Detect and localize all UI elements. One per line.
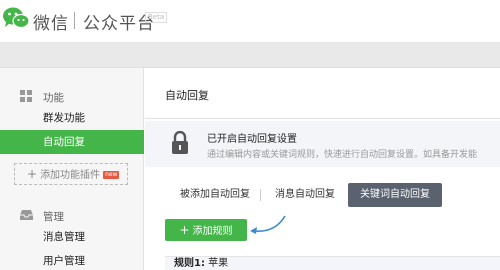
brand-name[interactable]: 微信: [33, 9, 69, 34]
lock-icon: [172, 131, 188, 154]
annotation-arrow-icon: [250, 215, 286, 234]
sidebar-group-label: 功能: [43, 92, 64, 104]
divider: [145, 118, 500, 119]
grid-icon: [20, 90, 32, 102]
sidebar-group-label: 管理: [43, 211, 64, 223]
notice-title: 已开启自动回复设置: [207, 134, 297, 145]
new-badge: new: [103, 171, 120, 179]
plus-icon: +: [27, 167, 38, 181]
inbox-icon: [20, 210, 33, 220]
tab-keyword-reply[interactable]: 关键词自动回复: [348, 183, 442, 207]
sidebar-item-messages[interactable]: 消息管理: [0, 225, 144, 249]
tab-separator: [260, 189, 261, 201]
status-notice: 已开启自动回复设置 通过编辑内容或关键词规则，快速进行自动回复设置。如具备开发能: [145, 121, 500, 167]
rule-value: 苹果: [208, 258, 229, 269]
account-bar: [0, 42, 500, 68]
brand-separator: [74, 12, 75, 29]
add-rule-label: 添加规则: [192, 226, 233, 237]
top-bar: 微信 公众平台 Beta: [0, 0, 500, 42]
add-rule-button[interactable]: + 添加规则: [165, 219, 247, 241]
rule-name: 规则1:: [174, 258, 205, 269]
wechat-logo-icon[interactable]: [2, 6, 30, 30]
beta-badge: Beta: [145, 12, 168, 23]
sidebar-group-management: 管理: [0, 205, 144, 227]
page-title: 自动回复: [165, 89, 209, 102]
sidebar: 功能 群发功能 自动回复 + 添加功能插件 new 管理 消息管理 用户管理: [0, 68, 144, 270]
plus-icon: +: [179, 223, 190, 237]
add-plugin-label: 添加功能插件: [40, 170, 101, 181]
sidebar-item-auto-reply[interactable]: 自动回复: [0, 130, 144, 154]
reply-type-tabs: 被添加自动回复 消息自动回复 关键词自动回复: [145, 183, 500, 207]
tab-added-reply[interactable]: 被添加自动回复: [180, 183, 250, 207]
sidebar-group-features: 功能: [0, 86, 144, 108]
rule-row[interactable]: 规则1: 苹果: [165, 256, 500, 270]
main-content: 自动回复 已开启自动回复设置 通过编辑内容或关键词规则，快速进行自动回复设置。如…: [145, 68, 500, 270]
sidebar-item-mass-send[interactable]: 群发功能: [0, 106, 144, 130]
notice-description: 通过编辑内容或关键词规则，快速进行自动回复设置。如具备开发能: [207, 150, 478, 160]
tab-message-reply[interactable]: 消息自动回复: [275, 183, 335, 207]
sidebar-item-users[interactable]: 用户管理: [0, 249, 144, 270]
add-plugin-button[interactable]: + 添加功能插件 new: [14, 163, 128, 185]
